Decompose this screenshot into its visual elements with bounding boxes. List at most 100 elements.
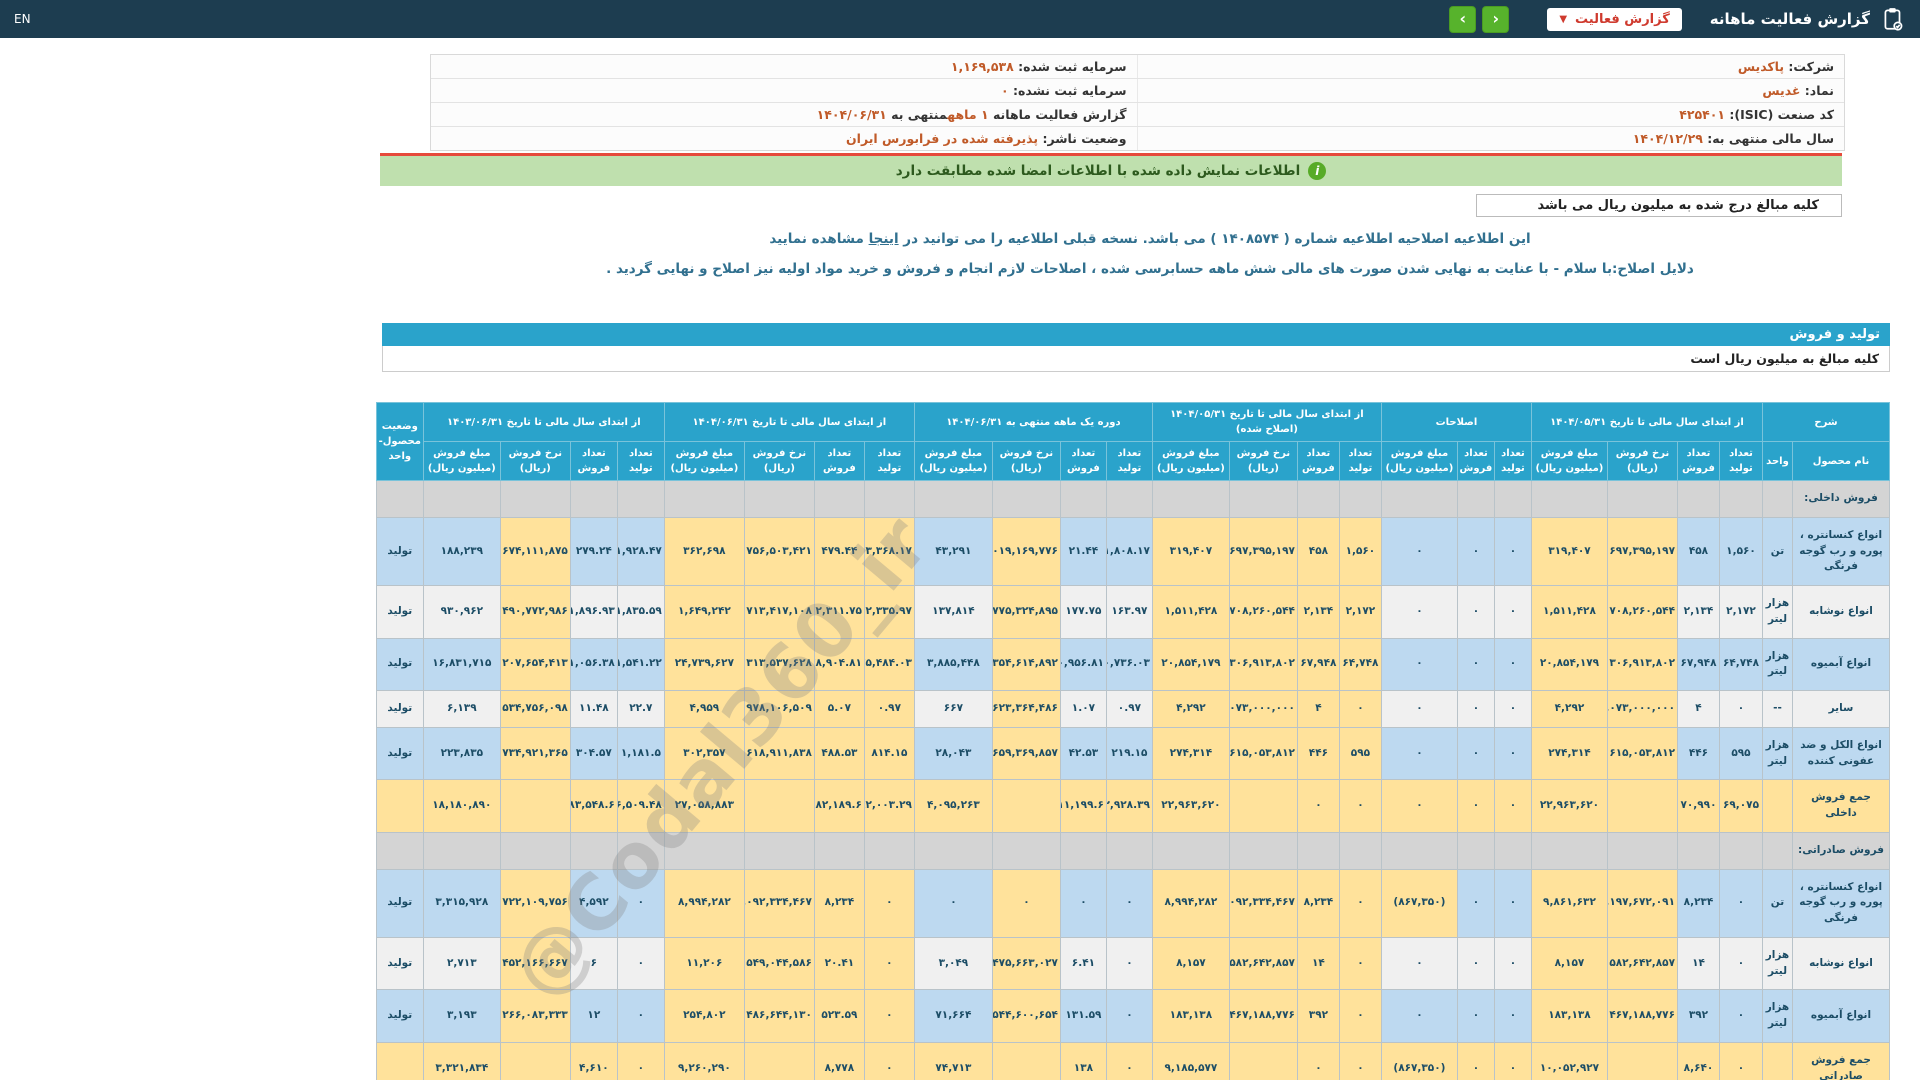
next-report-button[interactable]: › [1449, 6, 1476, 33]
value-cell: ۲,۰۱۹,۱۶۹,۷۷۶ [992, 517, 1060, 585]
column-header: تعداد تولید [1494, 442, 1531, 481]
value-cell: ۰ [864, 1042, 914, 1080]
value-cell: ۲۷۹.۲۴ [570, 517, 617, 585]
value-cell: ۰ [1457, 517, 1494, 585]
value-cell: ۶۷,۹۴۸ [1677, 638, 1719, 691]
value-cell: ۲۱۹.۱۵ [1106, 727, 1152, 780]
table-cell [500, 481, 570, 518]
table-cell [1494, 832, 1531, 869]
value-cell: ۸۲,۰۰۳.۲۹ [864, 780, 914, 833]
value-cell [744, 1042, 814, 1080]
product-name-cell: انواع کنسانتره ، پوره و رب گوجه فرنگی [1793, 869, 1890, 937]
value-cell: ۱,۰۹۲,۳۳۴,۴۶۷ [744, 869, 814, 937]
value-cell: ۱,۵۶۰ [1339, 517, 1381, 585]
column-header: تعداد فروش [1677, 442, 1719, 481]
column-header: واحد [1762, 442, 1792, 481]
value-cell: ۸,۹۹۴,۲۸۲ [1152, 869, 1229, 937]
value-cell: ۰ [1381, 727, 1457, 780]
table-cell [992, 481, 1060, 518]
value-cell: ۴۴۶ [1677, 727, 1719, 780]
table-cell [1339, 832, 1381, 869]
value-cell: ۲,۱۷۲ [1339, 586, 1381, 639]
table-cell [1297, 832, 1339, 869]
value-cell: ۱,۱۸۱.۵ [617, 727, 664, 780]
value-cell: ۰ [1719, 937, 1762, 990]
value-cell: ۴۲.۵۳ [1060, 727, 1106, 780]
value-cell: ۱۳۸ [1060, 1042, 1106, 1080]
table-cell [500, 832, 570, 869]
value-cell: ۰ [864, 937, 914, 990]
table-row: انواع کنسانتره ، پوره و رب گوجه فرنگیتن۱… [376, 517, 1889, 585]
value-cell: ۰ [1494, 517, 1531, 585]
table-cell [864, 832, 914, 869]
value-cell: ۴۹۰,۷۷۲,۹۸۶ [500, 586, 570, 639]
status-cell [376, 1042, 423, 1080]
value-cell: ۰ [1381, 937, 1457, 990]
info-icon: i [1308, 162, 1326, 180]
value-cell: ۶۹,۰۷۵ [1719, 780, 1762, 833]
value-cell: ۷۰۸,۲۶۰,۵۴۴ [1607, 586, 1677, 639]
value-cell: ۲,۱۷۲ [1719, 586, 1762, 639]
value-cell: ۳,۳۱۵,۹۲۸ [423, 869, 500, 937]
value-cell: ۶۷,۹۴۸ [1297, 638, 1339, 691]
report-type-dropdown[interactable]: گزارش فعالیت ▼ [1547, 8, 1681, 31]
column-header: نرخ فروش (ریال) [744, 442, 814, 481]
value-cell: ۶ [570, 937, 617, 990]
info-value: پاکدیس [1738, 59, 1784, 74]
column-header: وضعیت محصول-واحد [376, 403, 423, 481]
column-header: تعداد تولید [1106, 442, 1152, 481]
table-cell [1531, 832, 1607, 869]
value-cell: ۰.۹۷ [1106, 691, 1152, 728]
value-cell [992, 1042, 1060, 1080]
clipboard-report-icon [1880, 6, 1906, 32]
page-title: گزارش فعالیت ماهانه [1710, 10, 1870, 28]
info-label: نماد: [1800, 83, 1834, 98]
value-cell: ۸,۲۳۴ [1677, 869, 1719, 937]
value-cell: ۰ [1719, 1042, 1762, 1080]
product-name-cell: انواع کنسانتره ، پوره و رب گوجه فرنگی [1793, 517, 1890, 585]
value-cell: ۰ [1494, 990, 1531, 1043]
prev-report-button[interactable]: ‹ [1482, 6, 1509, 33]
table-cell [1607, 481, 1677, 518]
table-cell [1677, 481, 1719, 518]
value-cell: ۰ [1494, 780, 1531, 833]
language-toggle[interactable]: EN [14, 12, 31, 26]
table-cell [664, 481, 744, 518]
section-row: فروش صادراتی: [376, 832, 1889, 869]
table-cell [1297, 481, 1339, 518]
column-header: نام محصول [1793, 442, 1890, 481]
value-cell: ۶۷۴,۱۱۱,۸۷۵ [500, 517, 570, 585]
status-cell: تولید [376, 691, 423, 728]
value-cell: ۰ [1339, 937, 1381, 990]
table-cell [1229, 481, 1297, 518]
value-cell: ۳۵۴,۶۱۴,۸۹۲ [992, 638, 1060, 691]
column-header: تعداد تولید [1339, 442, 1381, 481]
value-cell: ۰ [1457, 780, 1494, 833]
value-cell: ۱,۵۱۱,۴۲۸ [1531, 586, 1607, 639]
info-value: ۱۴۰۴/۱۲/۲۹ [1633, 131, 1703, 146]
value-cell: ۵۸۲,۶۴۲,۸۵۷ [1229, 937, 1297, 990]
table-cell [570, 832, 617, 869]
value-cell: ۱,۸۳۵.۵۹ [617, 586, 664, 639]
value-cell: ۴۷۹.۴۴ [814, 517, 864, 585]
value-cell: ۲۰,۸۵۴,۱۷۹ [1152, 638, 1229, 691]
value-cell: ۶۴,۷۴۸ [1339, 638, 1381, 691]
unit-cell: هزار لیتر [1762, 990, 1792, 1043]
chevron-down-icon: ▼ [1559, 14, 1567, 25]
table-cell [1457, 481, 1494, 518]
table-cell [814, 832, 864, 869]
info-label: سال مالی منتهی به: [1703, 131, 1834, 146]
previous-version-link[interactable]: اینجا [869, 231, 899, 247]
value-cell: ۲۸,۰۴۳ [914, 727, 992, 780]
section-label: فروش داخلی: [1793, 481, 1890, 518]
value-cell: ۹۷۸,۱۰۶,۵۰۹ [744, 691, 814, 728]
value-cell: ۰ [1719, 990, 1762, 1043]
value-cell: ۳۰۴.۵۷ [570, 727, 617, 780]
value-cell: ۸,۶۴۰ [1677, 1042, 1719, 1080]
value-cell: ۱۶,۸۳۱,۷۱۵ [423, 638, 500, 691]
column-header: مبلغ فروش (میلیون ریال) [423, 442, 500, 481]
value-cell: ۰ [1494, 1042, 1531, 1080]
column-header: از ابتدای سال مالی تا تاریخ ۱۴۰۴/۰۵/۳۱ [1531, 403, 1762, 442]
table-cell [1607, 832, 1677, 869]
section-title-bar: تولید و فروش [382, 323, 1890, 346]
